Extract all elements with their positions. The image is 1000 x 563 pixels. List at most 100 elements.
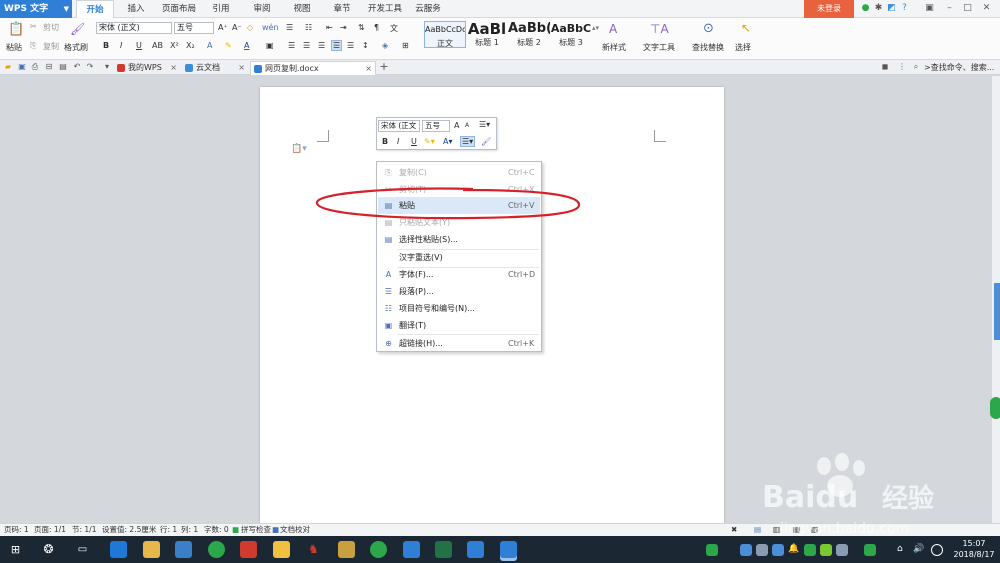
align-left-icon[interactable]: ☰ [288, 41, 295, 50]
close-icon[interactable]: ✕ [981, 3, 992, 14]
menu-item-paste-text-only[interactable]: ▤ 只粘贴文本(Y) [378, 214, 540, 231]
tab-cloud-docs[interactable]: 云文档 × [182, 61, 248, 75]
ime-icon[interactable] [931, 544, 943, 556]
system-clock[interactable]: 15:07 2018/8/17 [950, 538, 998, 560]
menu-item-hyperlink[interactable]: ⊕ 超链接(H)... Ctrl+K [378, 335, 540, 352]
font-color-icon[interactable]: A [244, 41, 249, 50]
indent-icon[interactable]: ⇥ [340, 23, 347, 32]
tab-references[interactable]: 引用 [204, 0, 238, 18]
page-view-icon[interactable]: ▤ [754, 524, 761, 536]
maximize-icon[interactable]: □ [962, 3, 973, 14]
tab-home[interactable]: 开始 [76, 0, 114, 19]
justify-icon[interactable]: ☰ [331, 40, 343, 51]
style-heading-3[interactable]: AaBbC 标题 3 [550, 21, 592, 48]
line-spacing-icon[interactable]: ↕ [362, 41, 369, 50]
tray-icon[interactable] [820, 544, 832, 556]
notes-icon[interactable] [273, 541, 290, 558]
find-replace-icon[interactable]: ⊙ [703, 21, 714, 36]
start-icon[interactable]: ⊞ [7, 541, 24, 558]
spell-check-icon[interactable]: ■ [232, 524, 239, 536]
underline-icon[interactable]: U [411, 137, 417, 146]
app-s-icon[interactable] [403, 541, 420, 558]
shrink-font-icon[interactable]: A [465, 122, 469, 129]
style-heading-1[interactable]: AaBl 标题 1 [466, 21, 508, 48]
grow-font-icon[interactable]: A⁺ [218, 23, 228, 32]
tab-developer[interactable]: 开发工具 [362, 0, 408, 18]
close-tab-icon[interactable]: × [238, 61, 245, 75]
mini-font-select[interactable]: 宋体 (正文 [378, 120, 420, 132]
edge-icon[interactable] [110, 541, 127, 558]
quick-access-chevron-icon[interactable]: ▾ [102, 62, 112, 72]
numbering-icon[interactable]: ☷ [305, 23, 312, 32]
new-style-icon[interactable]: A [609, 22, 617, 36]
shrink-font-icon[interactable]: A⁻ [232, 23, 242, 32]
menu-item-bullets-numbering[interactable]: ☷ 项目符号和编号(N)... [378, 300, 540, 317]
security-icon[interactable] [804, 544, 816, 556]
distributed-icon[interactable]: ☰ [347, 41, 354, 50]
read-view-icon[interactable]: ▥ [773, 524, 780, 536]
export-pdf-icon[interactable]: ▤ [58, 62, 68, 72]
focus-mode-icon[interactable]: ✖ [731, 524, 737, 536]
side-panel-toggle[interactable] [990, 397, 1000, 419]
format-painter-icon[interactable]: 🖌 [70, 22, 85, 36]
tray-icon[interactable] [756, 544, 768, 556]
paste-icon[interactable]: 📋 [8, 22, 24, 37]
text-tools-icon[interactable]: ⊤A [650, 22, 669, 36]
sort-icon[interactable]: ⇅ [358, 23, 365, 32]
font-color-icon[interactable]: A▾ [443, 137, 453, 146]
wps-writer-taskbar-icon[interactable] [500, 541, 517, 558]
highlight-icon[interactable]: ✎ [225, 41, 232, 50]
bold-icon[interactable]: B [103, 41, 109, 50]
wps-pdf-icon[interactable] [240, 541, 257, 558]
shading-icon[interactable]: ◈ [382, 41, 388, 50]
subscript-icon[interactable]: X₂ [186, 41, 195, 50]
paste-button[interactable]: 粘贴 [6, 42, 22, 53]
spell-check-button[interactable]: 拼写检查 [241, 524, 271, 536]
tray-cloud-icon[interactable] [740, 544, 752, 556]
tab-document[interactable]: 网页复制.docx × [250, 61, 376, 75]
menu-item-paste[interactable]: ▤ 粘贴 Ctrl+V [378, 197, 540, 214]
menu-item-translate[interactable]: ▣ 翻译(T) [378, 317, 540, 334]
proofread-button[interactable]: 文档校对 [280, 524, 310, 536]
redo-icon[interactable]: ↷ [85, 62, 95, 72]
italic-icon[interactable]: I [120, 41, 122, 50]
login-button[interactable]: 未登录 [804, 0, 854, 18]
print-preview-icon[interactable]: ⎙ [30, 62, 40, 72]
wechat-icon[interactable] [208, 541, 225, 558]
tray-app-icon[interactable] [706, 544, 718, 556]
command-search-input[interactable]: >查找命令、搜索... [924, 62, 994, 73]
align-icon[interactable]: ☰▾ [460, 136, 476, 147]
align-center-icon[interactable]: ☰ [303, 41, 310, 50]
copy-button[interactable]: 复制 [43, 41, 59, 52]
menu-icon[interactable]: ⋮ [897, 62, 907, 72]
settings-icon[interactable]: ✱ [873, 3, 884, 14]
task-view-icon[interactable]: ▭ [74, 541, 91, 558]
select-button[interactable]: 选择 [735, 42, 751, 53]
game-icon[interactable] [338, 541, 355, 558]
grow-font-icon[interactable]: A [454, 121, 459, 130]
format-painter-icon[interactable]: 🖌 [481, 137, 491, 146]
clear-format-icon[interactable]: ◇ [247, 23, 253, 32]
underline-icon[interactable]: U [136, 41, 142, 50]
superscript-icon[interactable]: X² [170, 41, 179, 50]
tab-page-layout[interactable]: 页面布局 [156, 0, 202, 18]
italic-icon[interactable]: I [397, 137, 399, 146]
web-view-icon[interactable]: ▦ [793, 524, 800, 536]
scrollbar-thumb[interactable] [994, 283, 1000, 340]
explorer-icon[interactable] [143, 541, 160, 558]
tab-insert[interactable]: 插入 [118, 0, 154, 18]
font-size-select[interactable]: 五号 [174, 22, 214, 34]
styles-scroll-icon[interactable]: ▴▾ [592, 24, 599, 32]
style-heading-2[interactable]: AaBb( 标题 2 [508, 21, 550, 48]
share-icon[interactable]: ◩ [886, 3, 897, 14]
mini-size-select[interactable]: 五号 [422, 120, 450, 132]
char-border-icon[interactable]: ▣ [266, 41, 274, 50]
bullets-icon[interactable]: ☰ [286, 23, 293, 32]
open-icon[interactable]: ▰ [3, 62, 13, 72]
volume-icon[interactable]: 🔊 [913, 544, 927, 556]
line-spacing-icon[interactable]: ☰▾ [479, 120, 490, 129]
asian-layout-icon[interactable]: 文 [390, 23, 398, 34]
cortana-icon[interactable]: ❂ [40, 541, 57, 558]
network-icon[interactable]: ⌂ [897, 544, 911, 556]
highlight-icon[interactable]: ✎▾ [424, 137, 435, 146]
